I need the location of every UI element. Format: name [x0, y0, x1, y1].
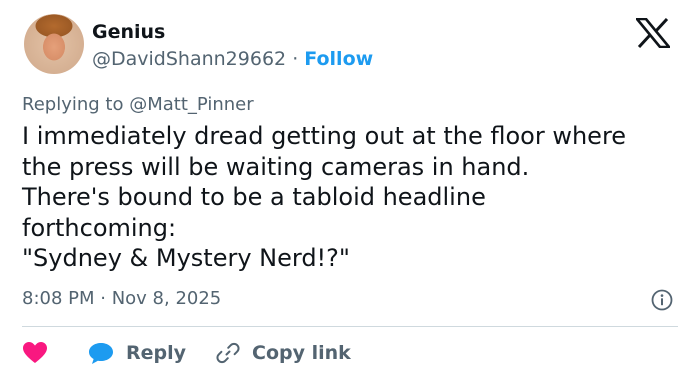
- author-name[interactable]: Genius: [92, 21, 165, 43]
- copy-link-button[interactable]: Copy link: [186, 341, 351, 365]
- follow-button[interactable]: Follow: [304, 48, 373, 70]
- reply-context: Replying to @Matt_Pinner: [22, 94, 254, 115]
- separator-dot: ·: [292, 48, 299, 70]
- author-handle-row: @DavidShann29662 · Follow: [92, 48, 373, 70]
- timestamp[interactable]: 8:08 PM · Nov 8, 2025: [22, 288, 221, 309]
- divider: [22, 326, 678, 327]
- author-handle[interactable]: @DavidShann29662: [92, 48, 286, 70]
- heart-icon: [23, 342, 47, 363]
- action-bar: Reply Copy link: [22, 338, 351, 368]
- copy-link-label: Copy link: [252, 342, 351, 364]
- avatar[interactable]: [24, 14, 84, 74]
- x-logo-icon[interactable]: [636, 18, 670, 48]
- reply-label: Reply: [126, 342, 187, 364]
- info-icon[interactable]: [651, 289, 673, 311]
- chat-bubble-icon: [89, 343, 113, 364]
- link-icon: [216, 342, 240, 364]
- like-button[interactable]: [22, 341, 48, 365]
- reply-button[interactable]: Reply: [48, 341, 186, 365]
- tweet-text: I immediately dread getting out at the f…: [22, 122, 627, 272]
